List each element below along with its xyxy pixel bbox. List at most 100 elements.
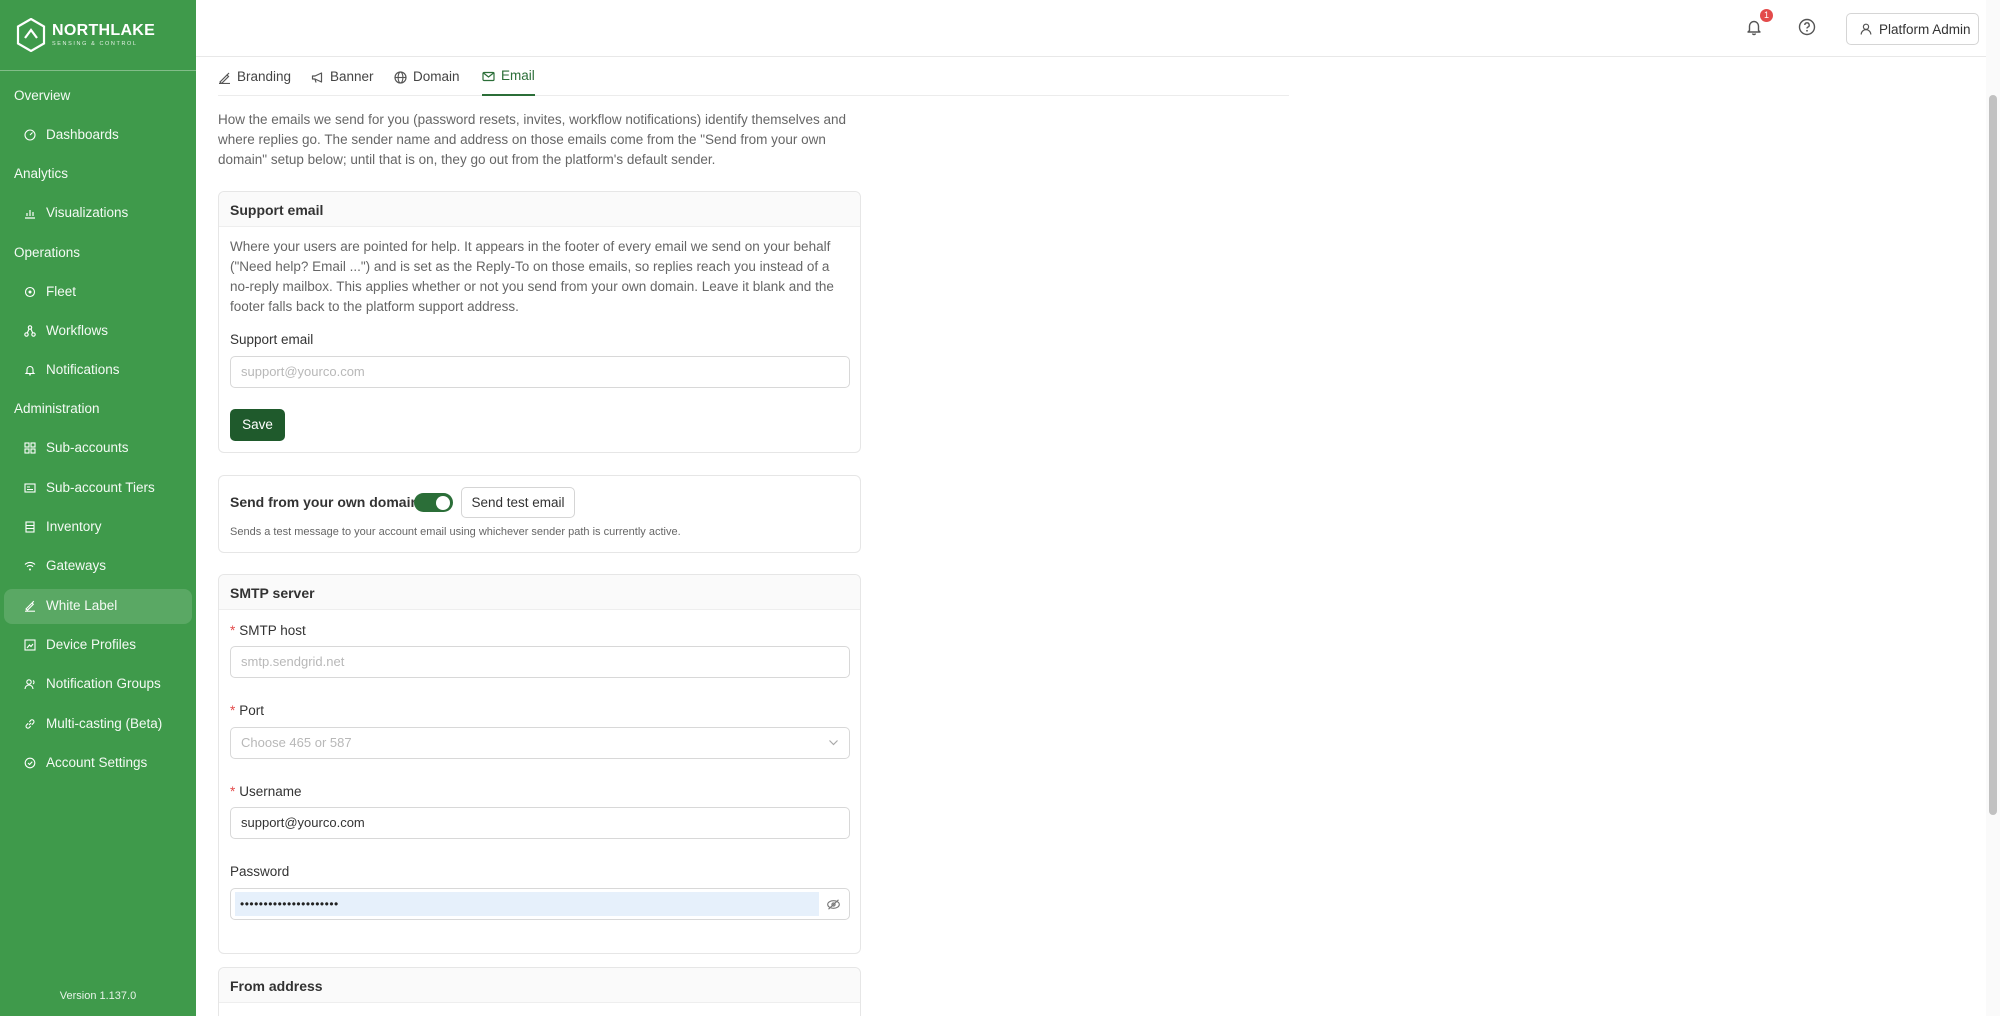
smtp-host-input[interactable]: smtp.sendgrid.net — [230, 646, 850, 678]
sidebar-section-analytics: Analytics — [14, 166, 69, 182]
tab-label: Domain — [413, 69, 460, 84]
help-icon[interactable] — [1798, 18, 1816, 36]
globe-icon — [394, 70, 407, 84]
from-address-card: From address — [218, 967, 861, 1016]
chevron-down-icon — [829, 740, 838, 746]
own-domain-title: Send from your own domain — [230, 494, 420, 510]
scrollbar-thumb[interactable] — [1989, 95, 1997, 815]
sidebar-item-multi-casting-beta[interactable]: Multi-casting (Beta) — [0, 708, 196, 747]
tab-label: Branding — [237, 69, 292, 84]
toggle-knob — [436, 495, 450, 510]
label-text: Username — [239, 784, 302, 799]
sidebar-item-account-settings[interactable]: Account Settings — [0, 747, 196, 786]
sidebar-item-gateways[interactable]: Gateways — [0, 550, 196, 589]
own-domain-card: Send from your own domain Send test emai… — [218, 475, 861, 553]
brand-name: NORTHLAKE — [52, 22, 156, 39]
sidebar-section-operations: Operations — [14, 244, 81, 260]
sidebar-item-device-profiles[interactable]: Device Profiles — [0, 629, 196, 668]
brand-tagline: SENSING & CONTROL — [52, 41, 138, 47]
tab-email[interactable]: Email — [482, 58, 535, 96]
sidebar: NORTHLAKE SENSING & CONTROL Overview Dash… — [0, 0, 196, 1016]
label-text: Port — [239, 703, 265, 718]
sidebar-item-label: Fleet — [46, 283, 77, 299]
logo-hexagon-icon — [16, 18, 46, 52]
topbar — [196, 0, 2000, 57]
sidebar-item-inventory[interactable]: Inventory — [0, 511, 196, 550]
logo[interactable]: NORTHLAKE SENSING & CONTROL — [16, 18, 155, 52]
smtp-server-card: SMTP server * SMTP host smtp.sendgrid.net… — [218, 574, 861, 954]
tab-branding[interactable]: Branding — [218, 58, 291, 96]
port-select[interactable]: Choose 465 or 587 — [230, 727, 850, 759]
tab-label: Banner — [330, 69, 374, 84]
required-marker: * — [230, 703, 236, 718]
group-icon — [24, 679, 35, 690]
brush-icon — [25, 600, 35, 612]
sidebar-item-white-label[interactable]: White Label — [0, 588, 196, 629]
support-email-description: Where your users are pointed for help. I… — [230, 239, 834, 314]
sidebar-item-label: Workflows — [46, 322, 109, 338]
profile-icon — [24, 639, 36, 651]
sidebar-item-label: Gateways — [46, 558, 107, 574]
sidebar-item-label: Sub-accounts — [46, 440, 129, 456]
tab-label: Email — [501, 68, 535, 83]
wifi-icon — [24, 562, 36, 571]
sidebar-item-label: Sub-account Tiers — [46, 479, 155, 495]
tiers-icon — [24, 483, 36, 493]
sidebar-item-label: Device Profiles — [46, 636, 137, 652]
password-input[interactable]: ••••••••••••••••••••• — [230, 888, 850, 920]
port-label: * Port — [219, 703, 264, 718]
sidebar-item-notification-groups[interactable]: Notification Groups — [0, 668, 196, 707]
notifications-bell-icon[interactable] — [1745, 18, 1763, 36]
link-icon — [25, 718, 35, 729]
scrollbar[interactable] — [1986, 0, 2000, 1016]
send-test-email-button[interactable]: Send test email — [461, 487, 575, 518]
sidebar-item-fleet[interactable]: Fleet — [0, 276, 196, 315]
sidebar-item-workflows[interactable]: Workflows — [0, 315, 196, 354]
sidebar-item-label: Inventory — [46, 519, 102, 535]
username-input[interactable]: support@yourco.com — [230, 807, 850, 839]
card-title: SMTP server — [219, 575, 860, 610]
test-email-hint: Sends a test message to your account ema… — [230, 526, 681, 538]
label-text: SMTP host — [239, 623, 306, 638]
eye-hidden-icon[interactable] — [827, 899, 840, 910]
mail-icon — [482, 71, 495, 81]
card-title: From address — [219, 968, 860, 1003]
user-menu-button[interactable]: Platform Admin — [1846, 13, 1979, 45]
sidebar-section-overview: Overview — [14, 88, 71, 103]
bell-icon — [24, 366, 36, 376]
dashboard-icon — [24, 129, 36, 141]
sidebar-item-label: White Label — [46, 597, 118, 613]
sidebar-item-sub-accounts[interactable]: Sub-accounts — [0, 432, 196, 471]
user-icon — [1860, 23, 1872, 35]
sidebar-item-notifications[interactable]: Notifications — [0, 354, 196, 393]
support-email-label: Support email — [230, 332, 314, 347]
sidebar-item-label: Dashboards — [46, 127, 119, 142]
sidebar-item-sub-account-tiers[interactable]: Sub-account Tiers — [0, 472, 196, 511]
sidebar-item-label: Multi-casting (Beta) — [46, 715, 163, 731]
sidebar-item-visualizations[interactable]: Visualizations — [0, 197, 196, 236]
sidebar-item-dashboards[interactable]: Dashboards — [0, 119, 196, 158]
own-domain-toggle[interactable] — [414, 493, 453, 512]
grid-icon — [24, 442, 36, 455]
sidebar-section-administration: Administration — [14, 401, 100, 417]
password-label: Password — [230, 864, 290, 879]
version-label: Version 1.137.0 — [59, 990, 137, 1002]
save-button[interactable]: Save — [230, 409, 285, 441]
megaphone-icon — [311, 71, 323, 83]
support-email-input[interactable]: support@yourco.com — [230, 356, 850, 388]
tab-domain[interactable]: Domain — [394, 58, 460, 96]
tab-banner[interactable]: Banner — [311, 58, 374, 96]
username-label: * Username — [219, 784, 302, 799]
notification-badge: 1 — [1760, 9, 1773, 22]
user-label: Platform Admin — [1879, 21, 1971, 37]
chart-icon — [25, 210, 35, 219]
brush-icon — [219, 72, 230, 84]
port-placeholder: Choose 465 or 587 — [241, 735, 352, 750]
sidebar-item-label: Notifications — [46, 362, 120, 378]
sidebar-item-label: Notification Groups — [46, 676, 161, 692]
required-marker: * — [230, 623, 236, 638]
support-email-card: Support email Where your users are point… — [218, 191, 861, 453]
workflow-icon — [24, 325, 36, 337]
sidebar-item-label: Visualizations — [46, 205, 129, 221]
divider — [0, 70, 196, 71]
